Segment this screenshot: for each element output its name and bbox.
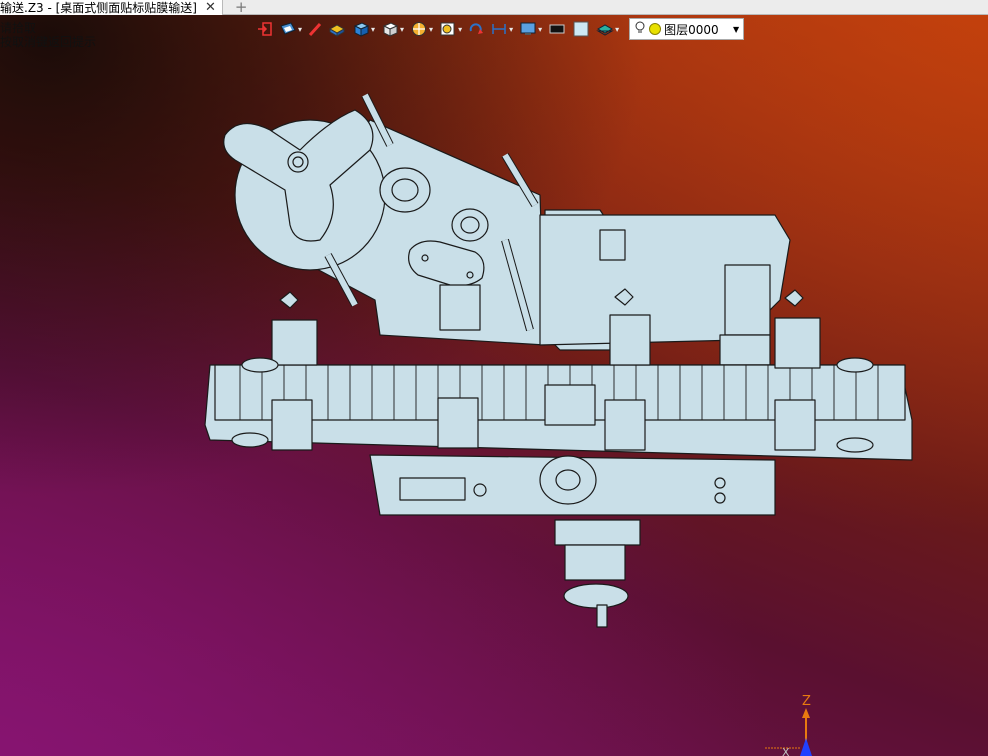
z-axis-label: Z (802, 694, 811, 709)
light-swatch-icon[interactable] (570, 17, 592, 41)
display-icon[interactable]: ▾ (517, 17, 544, 41)
command-prompt: 请拾取 按取消键返回提示 (0, 21, 96, 49)
height-handwheel (563, 583, 629, 609)
view-toolbar: ▾ ▾ ▾ ▾ ▾ ▾ ▾ ▾ 图层0000 ▼ (255, 16, 745, 42)
axis-triad: Z X (765, 694, 812, 756)
pen-icon[interactable] (306, 17, 324, 41)
white-cube-icon[interactable]: ▾ (379, 17, 406, 41)
close-icon[interactable]: ✕ (205, 0, 216, 15)
render-mode-icon[interactable]: ▾ (277, 17, 304, 41)
exit-icon[interactable] (255, 17, 275, 41)
cube-view-icon[interactable]: ▾ (350, 17, 377, 41)
chevron-down-icon[interactable]: ▼ (733, 25, 739, 34)
lightbulb-icon[interactable] (634, 21, 646, 38)
layer-stack-icon[interactable]: ▾ (594, 17, 621, 41)
layer-select[interactable]: 图层0000 ▼ (629, 18, 745, 40)
prompt-line-2: 按取消键返回提示 (0, 35, 97, 49)
document-tab-title: 输送.Z3 - [桌面式侧面贴标贴膜输送] (0, 0, 197, 15)
x-axis-label: X (782, 746, 790, 756)
shaded-solid-icon[interactable] (326, 17, 348, 41)
cad-model-viewport[interactable] (0, 0, 988, 756)
prompt-line-1: 请拾取 (0, 21, 37, 35)
document-tab-bar: 输送.Z3 - [桌面式侧面贴标贴膜输送] ✕ + (0, 0, 988, 16)
black-swatch-icon[interactable] (546, 17, 568, 41)
control-display (399, 477, 466, 501)
dimension-icon[interactable]: ▾ (488, 17, 515, 41)
zoom-icon[interactable]: ▾ (437, 17, 464, 41)
guide-bracket-right (774, 289, 821, 369)
add-tab-icon[interactable]: + (235, 0, 248, 16)
layer-color-icon (649, 23, 662, 35)
section-icon[interactable]: ▾ (408, 17, 435, 41)
layer-name: 图层0000 (664, 22, 719, 37)
document-tab[interactable]: 输送.Z3 - [桌面式侧面贴标贴膜输送] ✕ (0, 0, 223, 15)
rotate-icon[interactable] (466, 17, 486, 41)
guide-bracket-left (271, 291, 318, 366)
